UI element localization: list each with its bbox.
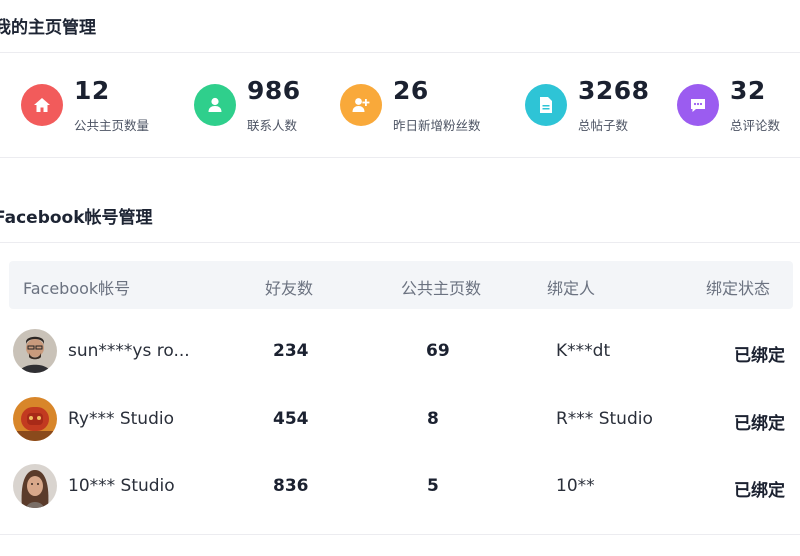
stat-value: 26 (393, 76, 429, 105)
pages-count: 69 (426, 341, 450, 361)
divider (0, 157, 800, 158)
column-header-friends: 好友数 (265, 279, 314, 298)
divider (0, 52, 800, 53)
stat-value: 12 (74, 76, 110, 105)
stat-label: 昨日新增粉丝数 (393, 118, 481, 133)
table-row[interactable]: sun****ys ro... 234 69 K***dt 已绑定 (0, 322, 800, 382)
status-badge: 已绑定 (734, 346, 785, 366)
binder-name: K***dt (556, 341, 611, 361)
avatar (13, 329, 57, 373)
page-title: 我的主页管理 (0, 18, 96, 38)
column-header-binder: 绑定人 (547, 279, 596, 298)
pages-count: 5 (427, 476, 439, 496)
table-header: Facebook帐号 好友数 公共主页数 绑定人 绑定状态 (9, 261, 793, 309)
table-row[interactable]: 10*** Studio 836 5 10** 已绑定 (0, 457, 800, 517)
stat-value: 986 (247, 76, 301, 105)
divider (0, 534, 800, 535)
status-badge: 已绑定 (734, 414, 785, 434)
column-header-account: Facebook帐号 (23, 279, 131, 298)
column-header-status: 绑定状态 (706, 279, 771, 298)
binder-name: R*** Studio (556, 409, 653, 429)
friends-count: 454 (273, 409, 309, 429)
pages-count: 8 (427, 409, 439, 429)
stat-value: 32 (730, 76, 766, 105)
table-row[interactable]: Ry*** Studio 454 8 R*** Studio 已绑定 (0, 390, 800, 450)
home-icon (21, 84, 63, 126)
stat-label: 总帖子数 (578, 118, 629, 133)
avatar (13, 464, 57, 508)
user-icon (194, 84, 236, 126)
section-title: Facebook帐号管理 (0, 208, 153, 228)
divider (0, 242, 800, 243)
add-user-icon (340, 84, 382, 126)
stat-value: 3268 (578, 76, 650, 105)
document-icon (525, 84, 567, 126)
avatar (13, 397, 57, 441)
account-name[interactable]: Ry*** Studio (68, 409, 174, 429)
friends-count: 234 (273, 341, 309, 361)
column-header-pages: 公共主页数 (401, 279, 482, 298)
status-badge: 已绑定 (734, 481, 785, 501)
stat-label: 公共主页数量 (74, 118, 150, 133)
account-name[interactable]: 10*** Studio (68, 476, 175, 496)
stat-label: 联系人数 (247, 118, 298, 133)
friends-count: 836 (273, 476, 309, 496)
comment-icon (677, 84, 719, 126)
stat-label: 总评论数 (730, 118, 781, 133)
binder-name: 10** (556, 476, 595, 496)
account-name[interactable]: sun****ys ro... (68, 341, 190, 361)
